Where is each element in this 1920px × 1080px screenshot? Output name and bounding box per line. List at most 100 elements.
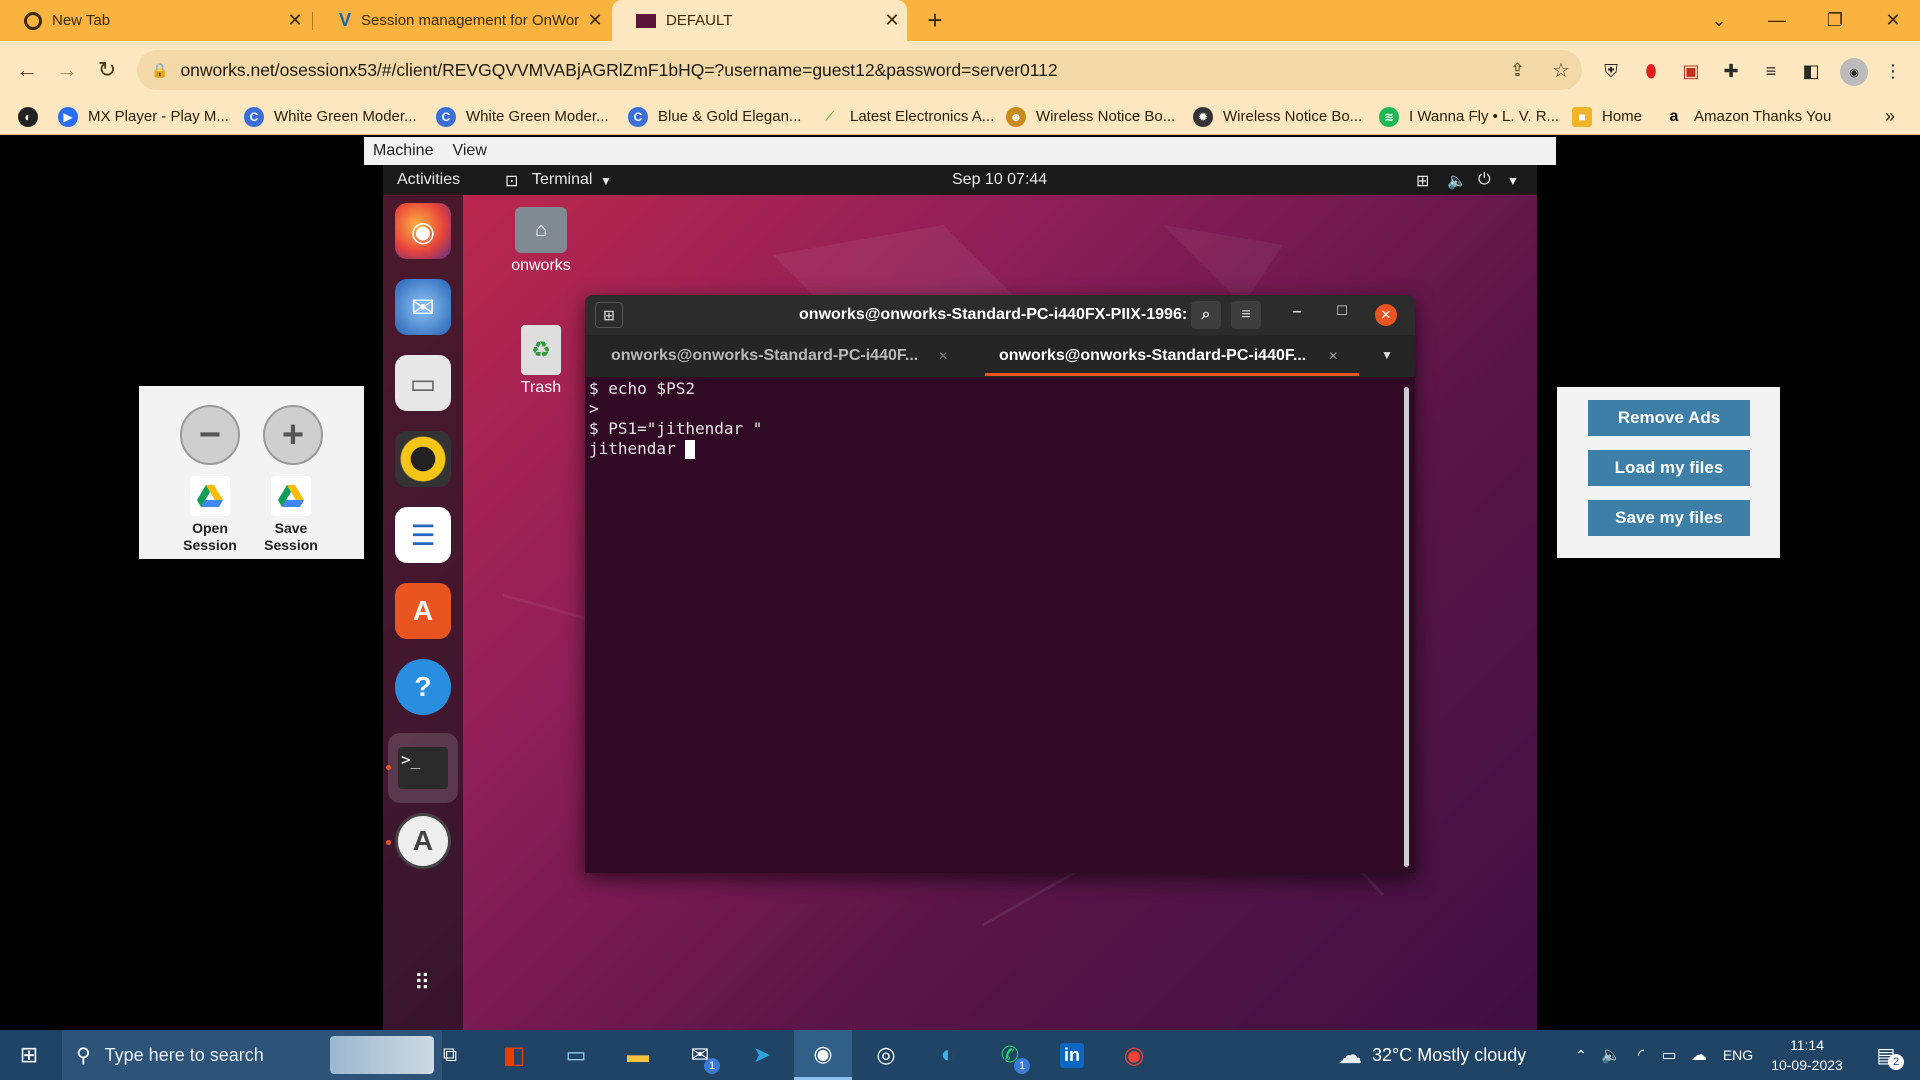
speaker-icon[interactable]: 🔈 <box>1598 1030 1624 1080</box>
browser-menu-icon[interactable]: ⋮ <box>1880 58 1906 84</box>
help-icon[interactable]: ? <box>395 659 451 715</box>
bookmark-mx-player[interactable]: ▶ MX Player - Play M... <box>58 98 229 135</box>
new-tab-button[interactable]: + <box>920 0 950 41</box>
menu-machine[interactable]: Machine <box>373 142 433 160</box>
notifications-icon[interactable]: ▤ 2 <box>1864 1030 1908 1080</box>
opera-extension-icon[interactable]: ⬮ <box>1638 58 1664 84</box>
screenshot-extension-icon[interactable]: ▣ <box>1678 58 1704 84</box>
close-window-icon[interactable]: ✕ <box>1375 304 1397 326</box>
writer-document-icon[interactable]: ☰ <box>395 507 451 563</box>
shield-extension-icon[interactable]: ⛨ <box>1598 58 1624 84</box>
thunderbird-icon[interactable]: ✉ <box>395 279 451 335</box>
software-center-icon[interactable]: A <box>395 583 451 639</box>
terminal-titlebar[interactable]: ⊞ onworks@onworks-Standard-PC-i440FX-PII… <box>585 295 1415 335</box>
battery-icon[interactable]: ▭ <box>1656 1030 1682 1080</box>
close-tab-icon[interactable]: ✕ <box>938 349 948 363</box>
bookmark-blue-gold[interactable]: C Blue & Gold Elegan... <box>628 98 801 135</box>
terminal-scrollbar[interactable] <box>1404 387 1409 867</box>
network-icon[interactable]: ⊞ <box>1416 171 1429 191</box>
remove-ads-button[interactable]: Remove Ads <box>1588 400 1750 436</box>
bookmark-home[interactable]: ■ Home <box>1572 98 1642 135</box>
weather-widget[interactable]: ☁ 32°C Mostly cloudy <box>1338 1030 1548 1080</box>
tab-default[interactable]: DEFAULT ✕ <box>612 0 907 41</box>
chrome-taskbar-icon[interactable]: ◉ <box>794 1030 852 1080</box>
reading-list-icon[interactable]: ≡ <box>1758 58 1784 84</box>
whatsapp-icon[interactable]: ✆ 1 <box>988 1030 1032 1080</box>
apps-icon[interactable]: ◐ <box>18 98 38 135</box>
zoom-out-button[interactable]: − <box>180 405 240 465</box>
desktop-trash[interactable]: ♻ Trash <box>501 325 581 397</box>
forward-arrow-icon[interactable]: → <box>50 53 84 87</box>
extensions-puzzle-icon[interactable]: ✚ <box>1718 58 1744 84</box>
bookmark-wireless-notice-1[interactable]: ☻ Wireless Notice Bo... <box>1006 98 1175 135</box>
activities-button[interactable]: Activities <box>397 171 460 189</box>
close-tab-icon[interactable]: ✕ <box>877 10 907 31</box>
bookmark-latest-electronics[interactable]: ⟋ Latest Electronics A... <box>820 98 994 135</box>
close-tab-icon[interactable]: ✕ <box>280 10 310 31</box>
this-pc-icon[interactable]: ▭ <box>554 1030 598 1080</box>
side-panel-icon[interactable]: ◧ <box>1798 58 1824 84</box>
files-icon[interactable]: ▭ <box>395 355 451 411</box>
bookmark-wireless-notice-2[interactable]: ✹ Wireless Notice Bo... <box>1193 98 1362 135</box>
close-window-icon[interactable]: ✕ <box>1864 0 1920 41</box>
bookmark-white-green-1[interactable]: C White Green Moder... <box>244 98 417 135</box>
open-session-button[interactable]: Open Session <box>183 476 237 554</box>
close-tab-icon[interactable]: ✕ <box>1328 349 1338 363</box>
tab-new-tab[interactable]: New Tab ✕ <box>0 0 310 41</box>
task-view-icon[interactable]: ⧉ <box>430 1030 470 1080</box>
tab-list-caret-icon[interactable]: ▼ <box>1381 348 1393 362</box>
clock[interactable]: Sep 10 07:44 <box>952 171 1047 189</box>
windows-start-icon[interactable]: ⊞ <box>0 1030 58 1080</box>
menu-view[interactable]: View <box>452 142 486 160</box>
onedrive-icon[interactable]: ☁ <box>1686 1030 1712 1080</box>
dock-terminal-selected[interactable]: >_ <box>388 733 458 803</box>
office-icon[interactable]: ◧ <box>492 1030 536 1080</box>
file-explorer-icon[interactable]: ▬ <box>616 1030 660 1080</box>
taskbar-clock[interactable]: 11:14 10-09-2023 <box>1764 1030 1850 1080</box>
taskbar-search-box[interactable]: ⚲ Type here to search <box>62 1030 442 1080</box>
terminal-tab-2[interactable]: onworks@onworks-Standard-PC-i440F... ✕ <box>985 335 1375 377</box>
bookmark-white-green-2[interactable]: C White Green Moder... <box>436 98 609 135</box>
tab-search-chevron-icon[interactable]: ⌄ <box>1690 0 1748 41</box>
minimize-icon[interactable]: – <box>1285 303 1309 321</box>
telegram-icon[interactable]: ➤ <box>740 1030 784 1080</box>
close-tab-icon[interactable]: ✕ <box>580 10 610 31</box>
update-manager-icon[interactable]: A <box>395 813 451 869</box>
reload-icon[interactable]: ↻ <box>90 53 124 87</box>
firefox-icon[interactable]: ◉ <box>395 203 451 259</box>
terminal-search-icon[interactable]: ⌕ <box>1191 301 1221 329</box>
minimize-icon[interactable]: — <box>1748 0 1806 41</box>
hamburger-menu-icon[interactable]: ≡ <box>1231 301 1261 329</box>
show-hidden-icons-icon[interactable]: ⌃ <box>1568 1030 1594 1080</box>
edge-icon[interactable]: ◐ <box>926 1030 970 1080</box>
show-apps-grid-icon[interactable]: ⠿ <box>395 955 451 1011</box>
language-indicator[interactable]: ENG <box>1718 1030 1758 1080</box>
address-bar[interactable]: 🔒 onworks.net/osessionx53/#/client/REVGQ… <box>137 50 1582 90</box>
wifi-icon[interactable]: ◜ <box>1628 1030 1654 1080</box>
back-arrow-icon[interactable]: ← <box>10 53 44 87</box>
system-menu-caret-icon[interactable]: ▼ <box>1507 174 1519 188</box>
bookmark-star-icon[interactable]: ☆ <box>1552 58 1570 83</box>
zoom-in-button[interactable]: + <box>263 405 323 465</box>
bookmark-amazon[interactable]: a Amazon Thanks You <box>1664 98 1831 135</box>
load-files-button[interactable]: Load my files <box>1588 450 1750 486</box>
restore-icon[interactable]: ❐ <box>1806 0 1864 41</box>
bookmark-spotify[interactable]: ≋ I Wanna Fly • L. V. R... <box>1379 98 1559 135</box>
desktop-home-folder[interactable]: ⌂ onworks <box>501 207 581 275</box>
maximize-icon[interactable]: ☐ <box>1330 303 1354 319</box>
save-files-button[interactable]: Save my files <box>1588 500 1750 536</box>
terminal-tab-1[interactable]: onworks@onworks-Standard-PC-i440F... ✕ <box>611 335 971 377</box>
bookmarks-overflow-icon[interactable]: » <box>1885 98 1895 135</box>
save-session-button[interactable]: Save Session <box>264 476 318 554</box>
terminal-window[interactable]: ⊞ onworks@onworks-Standard-PC-i440FX-PII… <box>585 295 1415 873</box>
chrome-profile-icon[interactable]: ◉ <box>1112 1030 1156 1080</box>
profile-avatar[interactable]: ◉ <box>1840 58 1868 86</box>
app-menu-terminal[interactable]: Terminal <box>532 171 592 189</box>
rhythmbox-icon[interactable] <box>395 431 451 487</box>
volume-icon[interactable]: 🔈 <box>1447 171 1467 191</box>
power-icon[interactable]: ⏻ <box>1478 171 1491 189</box>
screen-recorder-icon[interactable]: ◎ <box>864 1030 908 1080</box>
tab-session-management[interactable]: V Session management for OnWorl ✕ <box>315 0 610 41</box>
terminal-output[interactable]: $ echo $PS2 > $ PS1="jithendar " jithendar <box>589 379 1389 459</box>
share-icon[interactable]: ⇪ <box>1510 60 1525 81</box>
